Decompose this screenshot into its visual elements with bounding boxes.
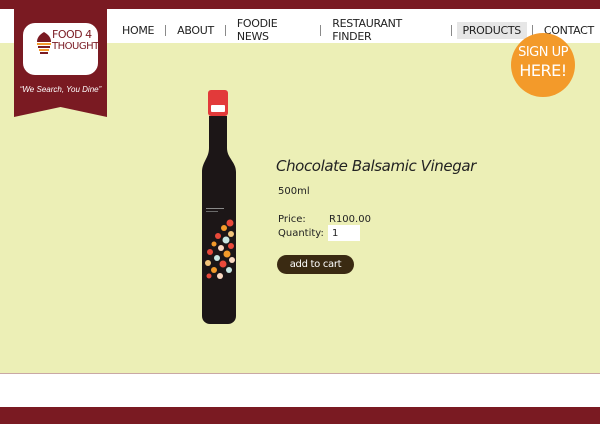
logo-text-line2: THOUGHT [52, 41, 99, 52]
nav-item-about[interactable]: ABOUT [171, 22, 220, 39]
nav-separator [224, 24, 226, 36]
product-name: Chocolate Balsamic Vinegar [276, 157, 476, 175]
nav-item-products[interactable]: PRODUCTS [456, 21, 527, 39]
sign-up-button[interactable]: SIGN UP HERE! [511, 33, 575, 97]
quantity-input[interactable] [328, 225, 360, 241]
top-bar [0, 0, 600, 9]
tagline: “We Search, You Dine” [19, 85, 102, 94]
logo-banner[interactable]: FOOD 4 THOUGHT “We Search, You Dine” [14, 9, 107, 117]
price-label: Price: [278, 214, 306, 225]
nav-item-restaurant-finder[interactable]: RESTAURANT FINDER [326, 15, 445, 45]
sign-up-line2: HERE! [519, 61, 567, 80]
sign-up-line1: SIGN UP [518, 45, 568, 60]
bottom-bar [0, 407, 600, 424]
nav-item-home[interactable]: HOME [116, 22, 160, 39]
logo-text-line1: FOOD 4 [52, 28, 92, 41]
product-bottle-image [202, 90, 236, 324]
nav-separator [320, 24, 322, 36]
cupcake-logo-icon [37, 32, 51, 54]
add-to-cart-button[interactable]: add to cart [277, 255, 354, 274]
product-size: 500ml [278, 186, 310, 197]
nav-item-foodie-news[interactable]: FOODIE NEWS [231, 15, 315, 45]
nav-separator [165, 24, 167, 36]
footer-band [0, 374, 600, 407]
price-value: R100.00 [329, 214, 371, 225]
quantity-label: Quantity: [278, 228, 324, 239]
nav-separator [450, 24, 452, 36]
